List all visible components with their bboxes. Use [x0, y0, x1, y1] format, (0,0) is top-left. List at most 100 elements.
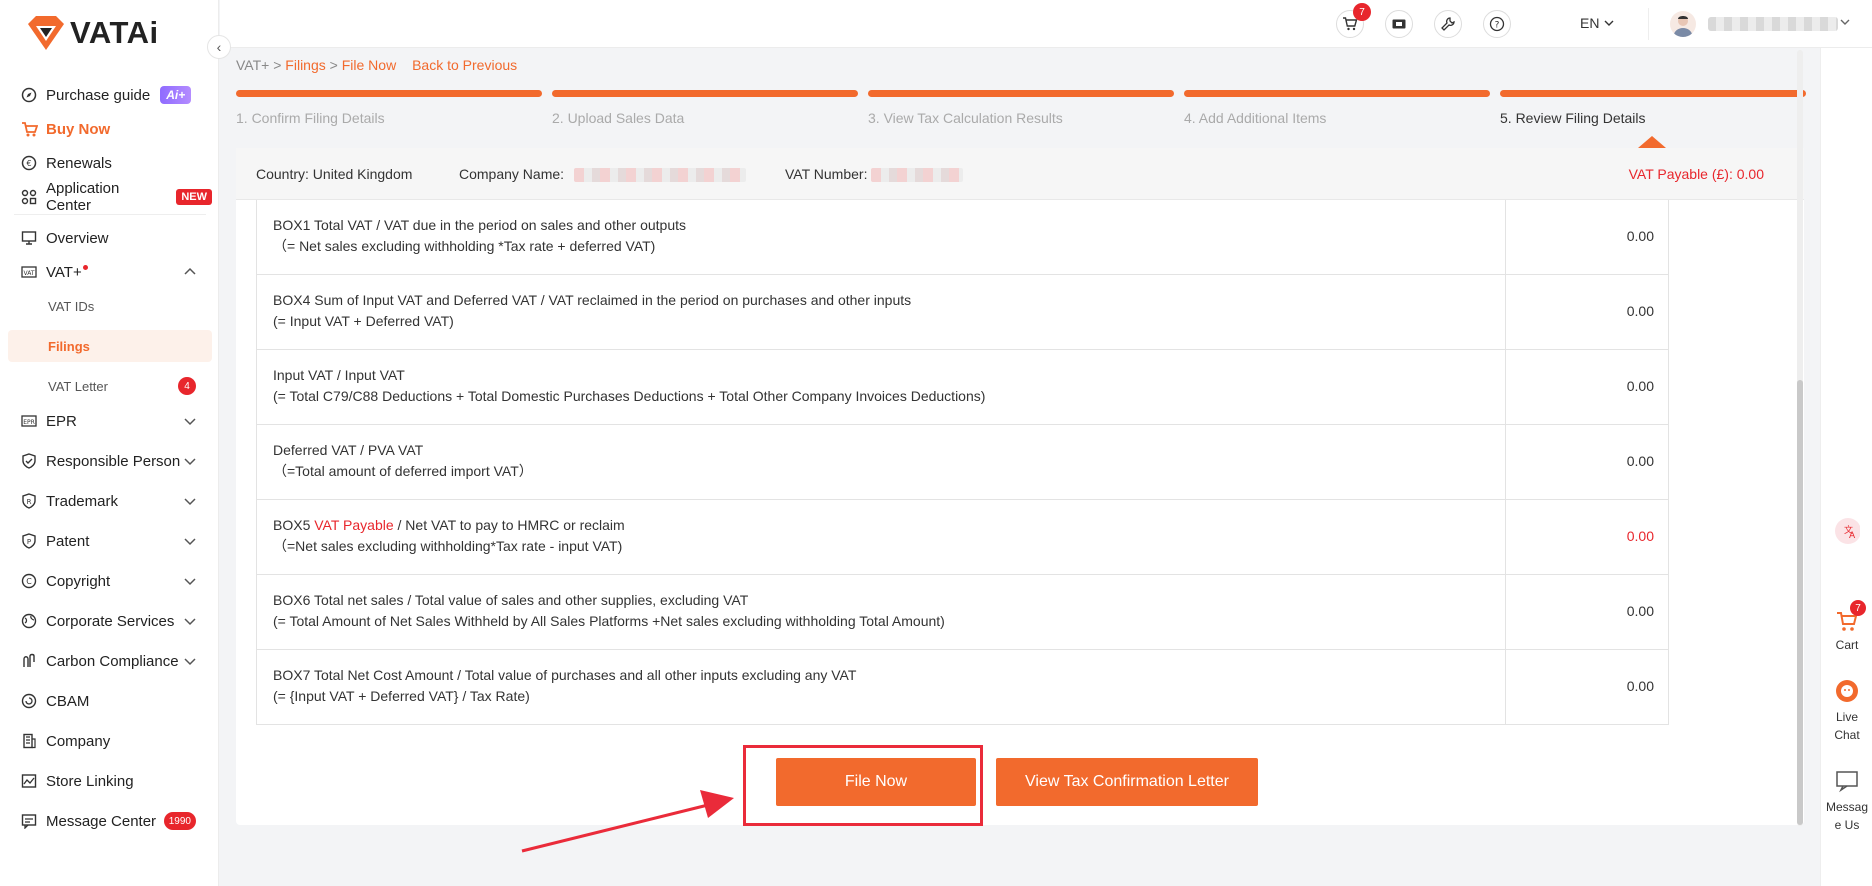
sidebar-item-label: Application Center: [45, 180, 120, 214]
sidebar-item-epr[interactable]: EPR EPR: [8, 404, 212, 438]
row-title: BOX5 VAT Payable / Net VAT to pay to HMR…: [273, 515, 1503, 536]
sidebar-item-carbon-compliance[interactable]: Carbon Compliance: [8, 644, 212, 678]
translate-button[interactable]: 文A: [1821, 518, 1872, 548]
row-formula: （=Net sales excluding withholding*Tax ra…: [273, 538, 623, 554]
step-bar: [1184, 90, 1490, 97]
float-cart-button[interactable]: 7 Cart: [1821, 600, 1872, 652]
row-formula: (= {Input VAT + Deferred VAT} / Tax Rate…: [273, 688, 530, 704]
header-divider: [1648, 8, 1649, 40]
sidebar-item-purchase-guide[interactable]: Purchase guide Ai+: [8, 78, 212, 112]
sidebar-item-vat[interactable]: VAT VAT+: [8, 255, 212, 289]
step-label: 3. View Tax Calculation Results: [868, 110, 1063, 126]
sidebar-item-label: EPR: [46, 412, 77, 430]
sidebar-item-copyright[interactable]: C Copyright: [8, 564, 212, 598]
step-label: 1. Confirm Filing Details: [236, 110, 385, 126]
cart-icon: [20, 120, 38, 138]
logo[interactable]: VATAi: [26, 14, 159, 52]
row-formula: （= Net sales excluding withholding *Tax …: [273, 238, 656, 254]
sidebar-item-store-linking[interactable]: Store Linking: [8, 764, 212, 798]
svg-text:€: €: [26, 159, 31, 168]
header-tools-button[interactable]: [1434, 10, 1462, 38]
svg-text:A: A: [1849, 531, 1856, 541]
sidebar-item-label: Corporate Services: [46, 612, 175, 630]
step-bar: [1500, 90, 1806, 97]
step-5: 5. Review Filing Details: [1500, 90, 1806, 130]
right-float-bar: 文A 7 Cart Live Chat Message Us: [1820, 48, 1872, 886]
user-avatar-icon: [1673, 16, 1693, 37]
chevron-down-icon: [184, 658, 196, 666]
breadcrumb-filings[interactable]: Filings: [285, 57, 325, 73]
chevron-down-icon: [184, 458, 196, 466]
row-formula: (= Total Amount of Net Sales Withheld by…: [273, 613, 945, 629]
sidebar-item-label: Buy Now: [46, 120, 111, 138]
sidebar-item-cbam[interactable]: CBAM: [8, 684, 212, 718]
ticket-icon: [1392, 19, 1406, 29]
chat-bubble-icon: [1834, 768, 1860, 794]
sidebar-item-label: VAT Letter: [48, 378, 108, 394]
filing-info-bar: Country: United Kingdom Company Name: VA…: [236, 148, 1804, 200]
sidebar-item-label: Purchase guide: [46, 86, 151, 104]
apps-icon: [20, 188, 38, 206]
user-menu-chevron[interactable]: [1840, 16, 1850, 30]
row-value: 0.00: [1626, 303, 1654, 319]
sidebar-item-overview[interactable]: Overview: [8, 221, 212, 255]
chevron-down-icon: [184, 498, 196, 506]
sidebar-item-renewals[interactable]: € Renewals: [8, 146, 212, 180]
table-row: Input VAT / Input VAT (= Total C79/C88 D…: [257, 350, 1668, 425]
headset-icon: [1834, 678, 1860, 704]
column-divider: [1505, 650, 1506, 724]
company-name-redacted: [573, 168, 746, 183]
language-selector[interactable]: EN: [1580, 15, 1615, 31]
divider: [14, 214, 206, 215]
new-badge: NEW: [176, 189, 212, 205]
sidebar-item-label: CBAM: [46, 692, 90, 710]
live-chat-button[interactable]: Live Chat: [1821, 678, 1872, 744]
shield-icon: [20, 452, 38, 470]
sidebar-sub-vat-ids[interactable]: VAT IDs: [8, 290, 212, 322]
header-coupon-button[interactable]: [1385, 10, 1413, 38]
row-value: 0.00: [1626, 603, 1654, 619]
breadcrumb-separator: >: [329, 57, 338, 73]
row-description: BOX1 Total VAT / VAT due in the period o…: [273, 215, 1503, 257]
chevron-down-icon: [1604, 20, 1614, 26]
sidebar-item-corporate-services[interactable]: Corporate Services: [8, 604, 212, 638]
sidebar-item-label: Renewals: [46, 154, 112, 172]
collapse-sidebar-button[interactable]: ‹: [207, 35, 231, 59]
message-icon: [20, 812, 38, 830]
header-cart-button[interactable]: 7: [1336, 3, 1371, 38]
column-divider: [1505, 575, 1506, 649]
row-description: Deferred VAT / PVA VAT （=Total amount of…: [273, 440, 1503, 482]
sidebar-item-responsible-person[interactable]: Responsible Person: [8, 444, 212, 478]
company-name-field: Company Name:: [459, 166, 746, 183]
sidebar-item-message-center[interactable]: Message Center 1990: [8, 804, 212, 838]
view-tax-confirmation-letter-button[interactable]: View Tax Confirmation Letter: [996, 758, 1258, 806]
sidebar-item-company[interactable]: Company: [8, 724, 212, 758]
sidebar-sub-vat-letter[interactable]: VAT Letter 4: [8, 370, 212, 402]
sidebar-item-application-center[interactable]: Application Center NEW: [8, 180, 212, 214]
filing-boxes-table: BOX1 Total VAT / VAT due in the period o…: [256, 200, 1669, 725]
sidebar-sub-filings[interactable]: Filings: [8, 330, 212, 362]
compass-icon: [20, 86, 38, 104]
sidebar-item-label: Company: [46, 732, 111, 750]
sidebar-item-buy-now[interactable]: Buy Now: [8, 112, 212, 146]
header-help-button[interactable]: ?: [1483, 10, 1511, 38]
vat-payable-summary: VAT Payable (£): 0.00: [1628, 166, 1764, 182]
column-divider: [1505, 200, 1506, 274]
chevron-down-icon: [184, 418, 196, 426]
row-title: Input VAT / Input VAT: [273, 367, 405, 383]
current-step-indicator: [1638, 136, 1666, 148]
breadcrumb-root[interactable]: VAT+: [236, 57, 269, 73]
avatar[interactable]: [1670, 11, 1696, 37]
message-us-button[interactable]: Message Us: [1821, 768, 1872, 834]
top-header: 7 ? EN: [220, 0, 1872, 48]
trademark-icon: R: [20, 492, 38, 510]
sidebar-item-label: VAT IDs: [48, 298, 95, 314]
sidebar-item-trademark[interactable]: R Trademark: [8, 484, 212, 518]
back-to-previous-link[interactable]: Back to Previous: [412, 57, 517, 73]
scrollbar-thumb[interactable]: [1797, 380, 1803, 825]
column-divider: [1505, 275, 1506, 349]
language-label: EN: [1580, 15, 1600, 31]
sidebar-item-patent[interactable]: P Patent: [8, 524, 212, 558]
table-row: BOX7 Total Net Cost Amount / Total value…: [257, 650, 1668, 725]
table-row: BOX5 VAT Payable / Net VAT to pay to HMR…: [257, 500, 1668, 575]
